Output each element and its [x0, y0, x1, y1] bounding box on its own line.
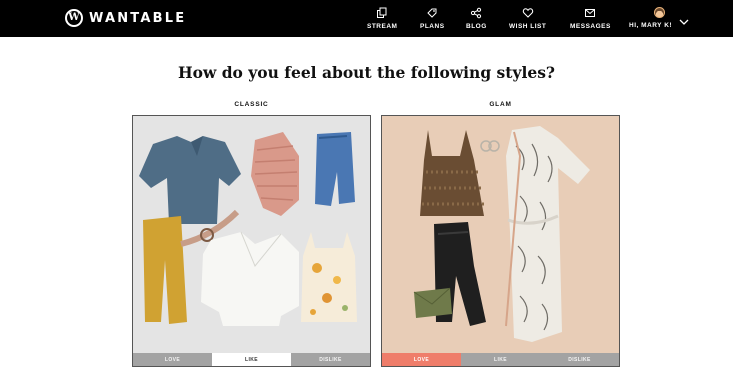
- nav-item-wish-list[interactable]: WISH LIST: [509, 7, 546, 30]
- nav-item-messages[interactable]: MESSAGES: [570, 7, 611, 30]
- logo-text: WANTABLE: [89, 10, 187, 26]
- style-label-classic: CLASSIC: [234, 101, 269, 108]
- nav-label-wish-list: WISH LIST: [509, 23, 547, 30]
- heart-icon: [522, 8, 533, 18]
- style-frame-glam: LOVE LIKE DISLIKE: [381, 115, 620, 367]
- user-greeting: HI, MARY K!: [629, 22, 673, 29]
- wantable-logo[interactable]: W WANTABLE: [65, 9, 186, 27]
- rating-dislike-glam[interactable]: DISLIKE: [540, 353, 619, 366]
- rating-bar-glam: LOVE LIKE DISLIKE: [382, 353, 619, 366]
- nav-item-plans[interactable]: PLANS: [420, 7, 445, 30]
- rating-like-classic[interactable]: LIKE: [212, 353, 291, 366]
- user-menu[interactable]: HI, MARY K!: [629, 7, 689, 31]
- rating-like-glam[interactable]: LIKE: [461, 353, 540, 366]
- glam-outfit-photo: [382, 116, 619, 353]
- rating-love-glam[interactable]: LOVE: [382, 353, 461, 366]
- share-icon: [471, 7, 482, 19]
- style-card-classic: CLASSIC LOVE LIKE DISLIKE: [132, 99, 371, 367]
- nav-label-blog: BLOG: [466, 23, 487, 30]
- nav-item-stream[interactable]: STREAM: [367, 7, 397, 30]
- top-navigation-bar: W WANTABLE STREAM PLANS BLOG WISH LIST M…: [0, 0, 733, 37]
- rating-bar-classic: LOVE LIKE DISLIKE: [133, 353, 370, 366]
- nav-label-stream: STREAM: [367, 23, 398, 30]
- classic-outfit-photo: [133, 116, 370, 353]
- rating-dislike-classic[interactable]: DISLIKE: [291, 353, 370, 366]
- style-card-glam: GLAM LOVE LIKE DISLIKE: [381, 99, 620, 367]
- avatar-icon: [654, 7, 665, 18]
- style-label-glam: GLAM: [489, 101, 512, 108]
- envelope-icon: [585, 9, 596, 17]
- style-frame-classic: LOVE LIKE DISLIKE: [132, 115, 371, 367]
- logo-mark-icon: W: [65, 9, 83, 27]
- tag-icon: [427, 8, 437, 18]
- chevron-down-icon[interactable]: [679, 18, 689, 26]
- nav-label-messages: MESSAGES: [570, 23, 611, 30]
- nav-item-blog[interactable]: BLOG: [466, 7, 487, 30]
- nav-label-plans: PLANS: [420, 23, 445, 30]
- rating-love-classic[interactable]: LOVE: [133, 353, 212, 366]
- stream-icon: [377, 7, 387, 18]
- page-title: How do you feel about the following styl…: [177, 63, 556, 82]
